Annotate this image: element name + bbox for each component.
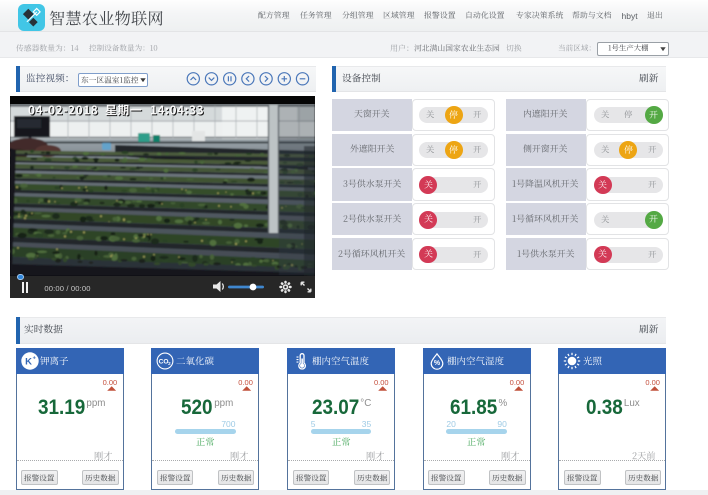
svg-text:K: K [25, 357, 32, 368]
svg-text:2: 2 [168, 361, 171, 366]
svg-text:CO: CO [159, 359, 169, 366]
svg-text:+: + [32, 356, 35, 362]
svg-text:%: % [433, 360, 440, 367]
